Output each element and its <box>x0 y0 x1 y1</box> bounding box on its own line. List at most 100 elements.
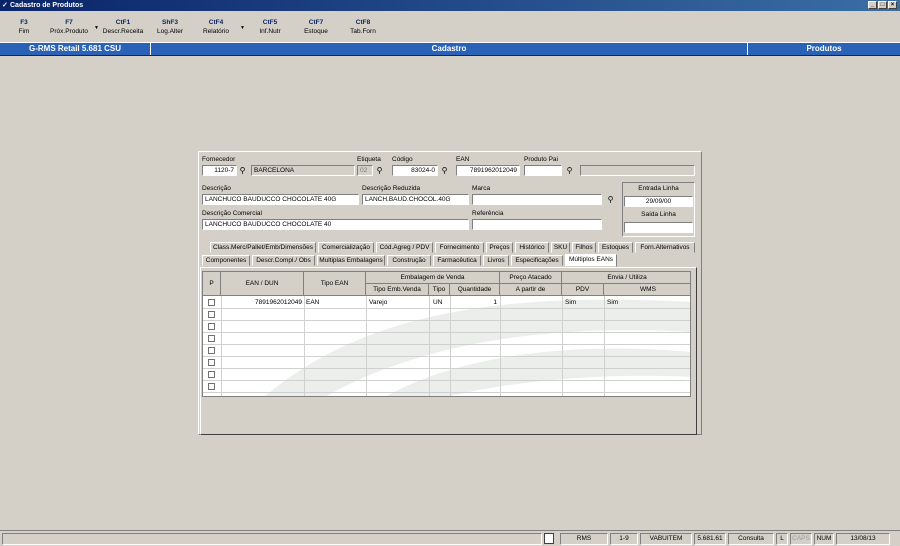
row-checkbox[interactable] <box>208 383 215 390</box>
entrada-linha-label: Entrada Linha <box>638 185 679 192</box>
header-preco-atacado: Preço Atacado <box>500 272 562 284</box>
bottom-status-bar: RMS 1-9 VABUITEM 5.681.61 Consulta L CAP… <box>0 530 900 546</box>
dropdown-arrow-icon[interactable]: ▼ <box>94 25 99 31</box>
grid-row-line <box>203 356 690 357</box>
tab-componentes[interactable]: Componentes <box>202 255 250 266</box>
tab-sku[interactable]: SKU <box>551 242 570 253</box>
row-checkbox[interactable] <box>208 323 215 330</box>
header-envia-utiliza: Envia / Utiliza <box>562 272 690 284</box>
grid-column-line <box>500 296 501 396</box>
status-num: NUM <box>814 533 834 545</box>
maximize-button[interactable]: □ <box>878 1 887 9</box>
tab-construcao[interactable]: Construção <box>387 255 431 266</box>
produto-pai-label: Produto Pai <box>524 156 558 163</box>
toolbar-button-fim[interactable]: F3 Fim <box>14 18 34 36</box>
header-embalagem-venda: Embalagem de Venda <box>366 272 500 284</box>
header-pdv: PDV <box>562 284 604 296</box>
toolbar-button-relatorio[interactable]: CtF4 Relatório <box>198 18 234 36</box>
module-label: Produtos <box>806 44 842 53</box>
close-button[interactable]: × <box>888 1 897 9</box>
cell-tipo-ean[interactable]: EAN <box>306 297 319 308</box>
grid-row-line <box>203 332 690 333</box>
tab-precos[interactable]: Preços <box>486 242 513 253</box>
status-program: VABUITEM <box>640 533 692 545</box>
toolbar-button-descr-receita[interactable]: CtF1 Descr.Receita <box>100 18 146 36</box>
tab-comercializacao[interactable]: Comercialização <box>318 242 374 253</box>
row-checkbox[interactable] <box>208 335 215 342</box>
header-p: P <box>203 272 221 296</box>
cell-tipo[interactable]: UN <box>433 297 442 308</box>
binoculars-search-icon[interactable]: ⚲ <box>237 165 248 176</box>
cell-ean[interactable]: 7891962012049 <box>221 297 303 308</box>
toolbar: F3 Fim F7 Próx.Produto ▼ CtF1 Descr.Receita… <box>0 12 900 42</box>
descricao-label: Descrição <box>202 185 231 192</box>
header-a-partir-de: A partir de <box>500 284 562 296</box>
ean-field[interactable]: 7891962012049 <box>456 165 520 176</box>
mode-label: Cadastro <box>151 43 748 55</box>
cell-tipo-emb-venda[interactable]: Varejo <box>369 297 387 308</box>
row-checkbox[interactable] <box>208 371 215 378</box>
fornecedor-name-field: BARCELONA <box>251 165 355 176</box>
tab-multiplos-eans[interactable]: Múltiplos EANs <box>565 254 617 267</box>
marca-field[interactable] <box>472 194 602 205</box>
referencia-field[interactable] <box>472 219 602 230</box>
toolbar-button-log-alter[interactable]: ShF3 Log.Alter <box>152 18 188 36</box>
row-checkbox[interactable] <box>208 299 215 306</box>
tab-multiplas-embalagens[interactable]: Multiplas Embalagens <box>317 255 385 266</box>
toolbar-button-tab-forn[interactable]: CtF8 Tab.Forn <box>346 18 380 36</box>
binoculars-search-icon[interactable]: ⚲ <box>605 194 616 205</box>
ean-label: EAN <box>456 156 470 163</box>
descricao-field[interactable]: LANCHUCO BAUDUCCO CHOCOLATE 40G <box>202 194 359 205</box>
status-caps: CAPS <box>790 533 812 545</box>
header-tipo: Tipo <box>429 284 450 296</box>
codigo-field[interactable]: 83024-0 <box>392 165 438 176</box>
status-date: 13/08/13 <box>836 533 890 545</box>
descricao-reduzida-label: Descrição Reduzida <box>362 185 421 192</box>
dropdown-arrow-icon[interactable]: ▼ <box>240 25 245 31</box>
grid-column-line <box>562 296 563 396</box>
descricao-comercial-field[interactable]: LANCHUCO BAUDUCCO CHOCOLATE 40 <box>202 219 469 230</box>
tab-cod-agreg[interactable]: Cód.Agreg / PDV <box>376 242 433 253</box>
row-checkbox[interactable] <box>208 359 215 366</box>
tab-farmaceutica[interactable]: Farmacêutica <box>433 255 481 266</box>
toolbar-button-prox-produto[interactable]: F7 Próx.Produto <box>46 18 92 36</box>
produto-pai-field[interactable] <box>524 165 562 176</box>
binoculars-search-icon[interactable]: ⚲ <box>374 165 385 176</box>
etiqueta-field[interactable]: 02 <box>357 165 373 176</box>
saida-linha-field[interactable] <box>624 222 693 233</box>
cell-quantidade[interactable]: 1 <box>450 297 497 308</box>
app-version-label: G-RMS Retail 5.681 CSU <box>0 43 151 55</box>
referencia-label: Referência <box>472 210 504 217</box>
fornecedor-code-field[interactable]: 1120-7 <box>202 165 237 176</box>
tab-filhos[interactable]: Filhos <box>572 242 596 253</box>
row-checkbox[interactable] <box>208 347 215 354</box>
tab-especificacoes[interactable]: Especificações <box>511 255 563 266</box>
binoculars-search-icon[interactable]: ⚲ <box>564 165 575 176</box>
tab-estoques[interactable]: Estoques <box>598 242 633 253</box>
tab-livros[interactable]: Livros <box>483 255 509 266</box>
status-mode: Consulta <box>728 533 774 545</box>
cell-wms[interactable]: Sim <box>607 297 618 308</box>
grid-column-line <box>429 296 430 396</box>
tab-fornecimento[interactable]: Fornecimento <box>435 242 484 253</box>
cell-pdv[interactable]: Sim <box>565 297 576 308</box>
grid-row-line <box>203 320 690 321</box>
clipboard-icon[interactable] <box>544 533 554 544</box>
grid-column-line <box>450 296 451 396</box>
toolbar-button-estoque[interactable]: CtF7 Estoque <box>300 18 332 36</box>
minimize-button[interactable]: _ <box>868 1 877 9</box>
row-checkbox[interactable] <box>208 311 215 318</box>
entrada-linha-field[interactable]: 29/09/00 <box>624 196 693 207</box>
grid-column-line <box>304 296 305 396</box>
toolbar-button-inf-nutr[interactable]: CtF5 Inf.Nutr <box>254 18 286 36</box>
tab-historico[interactable]: Histórico <box>515 242 549 253</box>
codigo-label: Código <box>392 156 413 163</box>
grid-row-line <box>203 380 690 381</box>
grid-column-line <box>221 296 222 396</box>
tab-class-merc[interactable]: Class.Merc/Pallet/Emb/Dimensões <box>210 242 316 253</box>
tab-forn-alternativos[interactable]: Forn.Alternativos <box>635 242 695 253</box>
binoculars-search-icon[interactable]: ⚲ <box>439 165 450 176</box>
tab-descr-compl[interactable]: Descr.Compl./ Obs <box>252 255 315 266</box>
descricao-reduzida-field[interactable]: LANCH.BAUD.CHOCOL.40G <box>362 194 469 205</box>
window-titlebar: ✓ Cadastro de Produtos _ □ × <box>0 0 900 11</box>
